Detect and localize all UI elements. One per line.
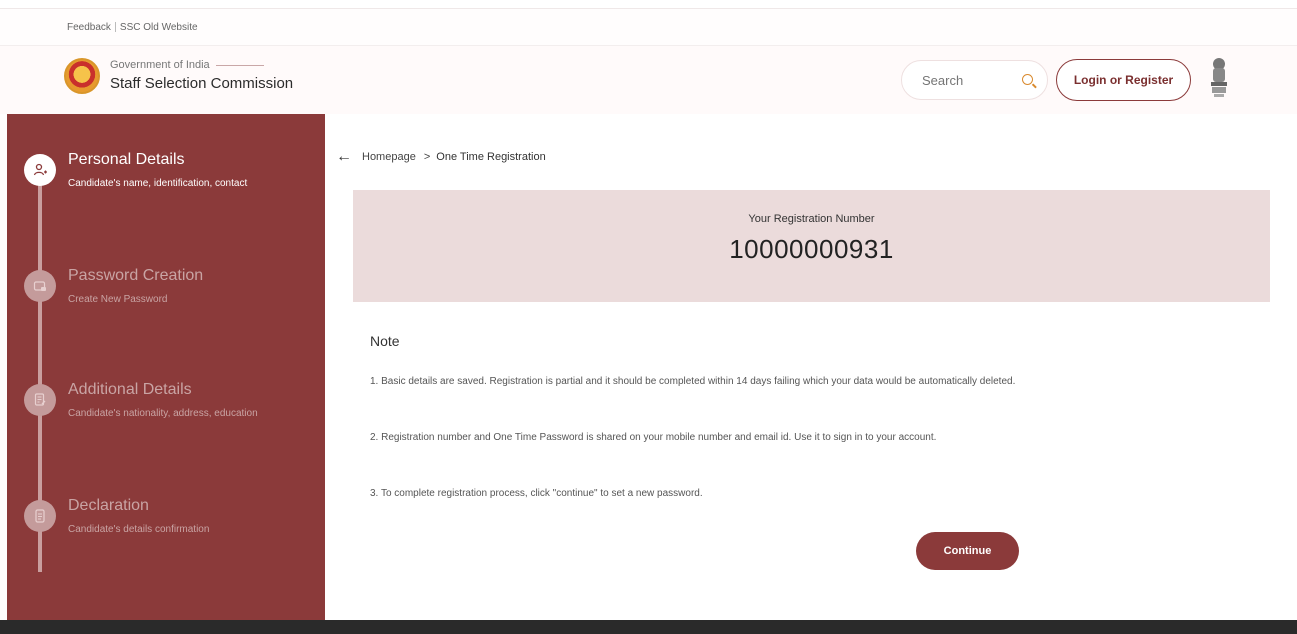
- gov-label: Government of India: [110, 59, 210, 71]
- breadcrumb-home-link[interactable]: Homepage: [362, 151, 416, 163]
- decorative-line: [215, 64, 264, 66]
- note-item-3: 3. To complete registration process, cli…: [370, 488, 703, 499]
- user-add-icon: [24, 154, 56, 186]
- step-title: Declaration: [68, 497, 149, 514]
- registration-number-panel: Your Registration Number 10000000931: [353, 190, 1270, 302]
- footer-bar: [0, 620, 1297, 634]
- note-item-2: 2. Registration number and One Time Pass…: [370, 432, 937, 443]
- old-website-link[interactable]: SSC Old Website: [120, 22, 198, 33]
- top-utility-bar: Feedback SSC Old Website: [0, 8, 1297, 46]
- feedback-link[interactable]: Feedback: [67, 22, 111, 33]
- national-emblem-icon: [1211, 58, 1227, 97]
- gov-label-row: Government of India: [110, 59, 293, 71]
- step-subtitle: Create New Password: [68, 294, 168, 305]
- breadcrumb: ← Homepage > One Time Registration: [336, 148, 546, 166]
- step-subtitle: Candidate's details confirmation: [68, 524, 210, 535]
- step-subtitle: Candidate's nationality, address, educat…: [68, 408, 258, 419]
- document-edit-icon: [24, 384, 56, 416]
- password-icon: [24, 270, 56, 302]
- search-input[interactable]: [922, 72, 1012, 88]
- note-heading: Note: [370, 333, 400, 349]
- back-arrow-icon[interactable]: ←: [336, 148, 352, 166]
- step-title: Password Creation: [68, 267, 204, 284]
- login-register-button[interactable]: Login or Register: [1056, 59, 1191, 101]
- step-subtitle: Candidate's name, identification, contac…: [68, 178, 248, 189]
- org-name: Staff Selection Commission: [110, 75, 294, 92]
- step-title: Additional Details: [68, 381, 192, 398]
- step-title: Personal Details: [68, 151, 185, 168]
- registration-steps-sidebar: Personal Details Candidate's name, ident…: [7, 114, 325, 620]
- note-item-1: 1. Basic details are saved. Registration…: [370, 376, 1016, 387]
- ssc-logo-icon[interactable]: [64, 58, 100, 94]
- org-title[interactable]: Government of India Staff Selection Comm…: [110, 59, 293, 92]
- registration-number-label: Your Registration Number: [748, 213, 875, 225]
- breadcrumb-current: One Time Registration: [436, 151, 546, 163]
- search-box[interactable]: [901, 60, 1048, 100]
- registration-number-value: 10000000931: [729, 234, 894, 264]
- breadcrumb-separator: >: [423, 151, 431, 163]
- continue-button[interactable]: Continue: [916, 532, 1019, 570]
- search-icon[interactable]: [1022, 74, 1033, 85]
- site-header: Government of India Staff Selection Comm…: [0, 46, 1297, 114]
- document-icon: [24, 500, 56, 532]
- divider: [114, 22, 116, 32]
